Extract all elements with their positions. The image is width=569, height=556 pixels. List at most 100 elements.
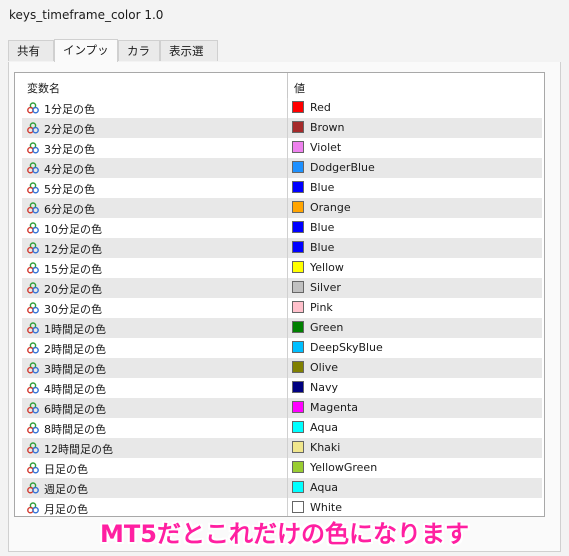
- color-swatch[interactable]: [292, 401, 304, 413]
- parameter-value[interactable]: DeepSkyBlue: [310, 341, 383, 354]
- table-row[interactable]: 1時間足の色 Green: [22, 318, 542, 338]
- cell-divider: [287, 298, 288, 318]
- color-swatch[interactable]: [292, 101, 304, 113]
- cell-divider: [287, 138, 288, 158]
- parameter-name: 2時間足の色: [44, 343, 106, 356]
- table-row[interactable]: 1分足の色 Red: [22, 98, 542, 118]
- parameter-name: 1分足の色: [44, 103, 95, 116]
- parameter-value[interactable]: Olive: [310, 361, 338, 374]
- table-row[interactable]: 5分足の色 Blue: [22, 178, 542, 198]
- parameter-value[interactable]: Orange: [310, 201, 351, 214]
- tab-colors[interactable]: カラー: [118, 40, 160, 79]
- color-swatch[interactable]: [292, 341, 304, 353]
- color-swatch[interactable]: [292, 381, 304, 393]
- cell-divider: [287, 318, 288, 338]
- table-row[interactable]: 6分足の色 Orange: [22, 198, 542, 218]
- parameter-value[interactable]: Red: [310, 101, 331, 114]
- table-row[interactable]: 12時間足の色 Khaki: [22, 438, 542, 458]
- color-swatch[interactable]: [292, 161, 304, 173]
- column-header-value[interactable]: 値: [294, 80, 305, 96]
- color-swatch[interactable]: [292, 481, 304, 493]
- cell-divider: [287, 438, 288, 458]
- color-swatch[interactable]: [292, 501, 304, 513]
- table-row[interactable]: 3分足の色 Violet: [22, 138, 542, 158]
- table-row[interactable]: 10分足の色 Blue: [22, 218, 542, 238]
- table-row[interactable]: 2分足の色 Brown: [22, 118, 542, 138]
- parameters-table: 変数名 値 1分足の色 Red 2分足の色 Brown 3分足の色 Violet 4分足の色…: [14, 72, 545, 517]
- parameter-name: 12分足の色: [44, 243, 102, 256]
- color-swatch[interactable]: [292, 261, 304, 273]
- table-row[interactable]: 月足の色 White: [22, 498, 542, 516]
- color-swatch[interactable]: [292, 241, 304, 253]
- parameter-value[interactable]: Brown: [310, 121, 345, 134]
- table-row[interactable]: 週足の色 Aqua: [22, 478, 542, 498]
- tab-inputs[interactable]: インプット: [54, 39, 118, 78]
- cell-divider: [287, 258, 288, 278]
- table-row[interactable]: 6時間足の色 Magenta: [22, 398, 542, 418]
- parameter-value[interactable]: Khaki: [310, 441, 340, 454]
- parameter-value[interactable]: Blue: [310, 241, 334, 254]
- input-parameter-icon: [27, 402, 39, 414]
- color-swatch[interactable]: [292, 441, 304, 453]
- table-row[interactable]: 8時間足の色 Aqua: [22, 418, 542, 438]
- tab-bar: 共有 インプット カラー 表示選択: [8, 39, 561, 79]
- input-parameter-icon: [27, 322, 39, 334]
- parameter-name: 日足の色: [44, 463, 88, 476]
- table-row[interactable]: 2時間足の色 DeepSkyBlue: [22, 338, 542, 358]
- table-row[interactable]: 4分足の色 DodgerBlue: [22, 158, 542, 178]
- parameter-value[interactable]: YellowGreen: [310, 461, 377, 474]
- parameter-value[interactable]: Pink: [310, 301, 333, 314]
- column-header-name[interactable]: 変数名: [27, 80, 60, 96]
- color-swatch[interactable]: [292, 281, 304, 293]
- color-swatch[interactable]: [292, 181, 304, 193]
- table-row[interactable]: 4時間足の色 Navy: [22, 378, 542, 398]
- parameter-value[interactable]: Blue: [310, 181, 334, 194]
- table-row[interactable]: 30分足の色 Pink: [22, 298, 542, 318]
- parameter-name: 6分足の色: [44, 203, 95, 216]
- parameter-value[interactable]: DodgerBlue: [310, 161, 375, 174]
- parameter-name: 20分足の色: [44, 283, 102, 296]
- annotation-caption: MT5だとこれだけの色になります: [100, 520, 469, 548]
- color-swatch[interactable]: [292, 461, 304, 473]
- color-swatch[interactable]: [292, 121, 304, 133]
- cell-divider: [287, 198, 288, 218]
- parameter-value[interactable]: Silver: [310, 281, 341, 294]
- color-swatch[interactable]: [292, 221, 304, 233]
- parameter-value[interactable]: Yellow: [310, 261, 344, 274]
- window-title: keys_timeframe_color 1.0: [9, 8, 164, 22]
- parameter-value[interactable]: Blue: [310, 221, 334, 234]
- color-swatch[interactable]: [292, 421, 304, 433]
- table-row[interactable]: 15分足の色 Yellow: [22, 258, 542, 278]
- cell-divider: [287, 378, 288, 398]
- table-row[interactable]: 3時間足の色 Olive: [22, 358, 542, 378]
- tab-common[interactable]: 共有: [8, 40, 54, 61]
- input-parameter-icon: [27, 122, 39, 134]
- table-row[interactable]: 12分足の色 Blue: [22, 238, 542, 258]
- parameter-value[interactable]: Green: [310, 321, 343, 334]
- parameter-value[interactable]: Aqua: [310, 481, 338, 494]
- cell-divider: [287, 418, 288, 438]
- color-swatch[interactable]: [292, 321, 304, 333]
- parameter-name: 6時間足の色: [44, 403, 106, 416]
- parameter-name: 3時間足の色: [44, 363, 106, 376]
- input-parameter-icon: [27, 422, 39, 434]
- tab-visualization[interactable]: 表示選択: [160, 40, 218, 79]
- parameter-value[interactable]: Violet: [310, 141, 341, 154]
- input-parameter-icon: [27, 142, 39, 154]
- color-swatch[interactable]: [292, 361, 304, 373]
- color-swatch[interactable]: [292, 141, 304, 153]
- parameter-value[interactable]: Aqua: [310, 421, 338, 434]
- color-swatch[interactable]: [292, 301, 304, 313]
- input-parameter-icon: [27, 262, 39, 274]
- table-header: 変数名 値: [15, 73, 544, 98]
- color-swatch[interactable]: [292, 201, 304, 213]
- input-parameter-icon: [27, 162, 39, 174]
- parameter-value[interactable]: Magenta: [310, 401, 358, 414]
- parameter-value[interactable]: Navy: [310, 381, 338, 394]
- table-row[interactable]: 20分足の色 Silver: [22, 278, 542, 298]
- input-parameter-icon: [27, 382, 39, 394]
- table-row[interactable]: 日足の色 YellowGreen: [22, 458, 542, 478]
- parameter-value[interactable]: White: [310, 501, 342, 514]
- cell-divider: [287, 238, 288, 258]
- column-divider[interactable]: [287, 73, 288, 98]
